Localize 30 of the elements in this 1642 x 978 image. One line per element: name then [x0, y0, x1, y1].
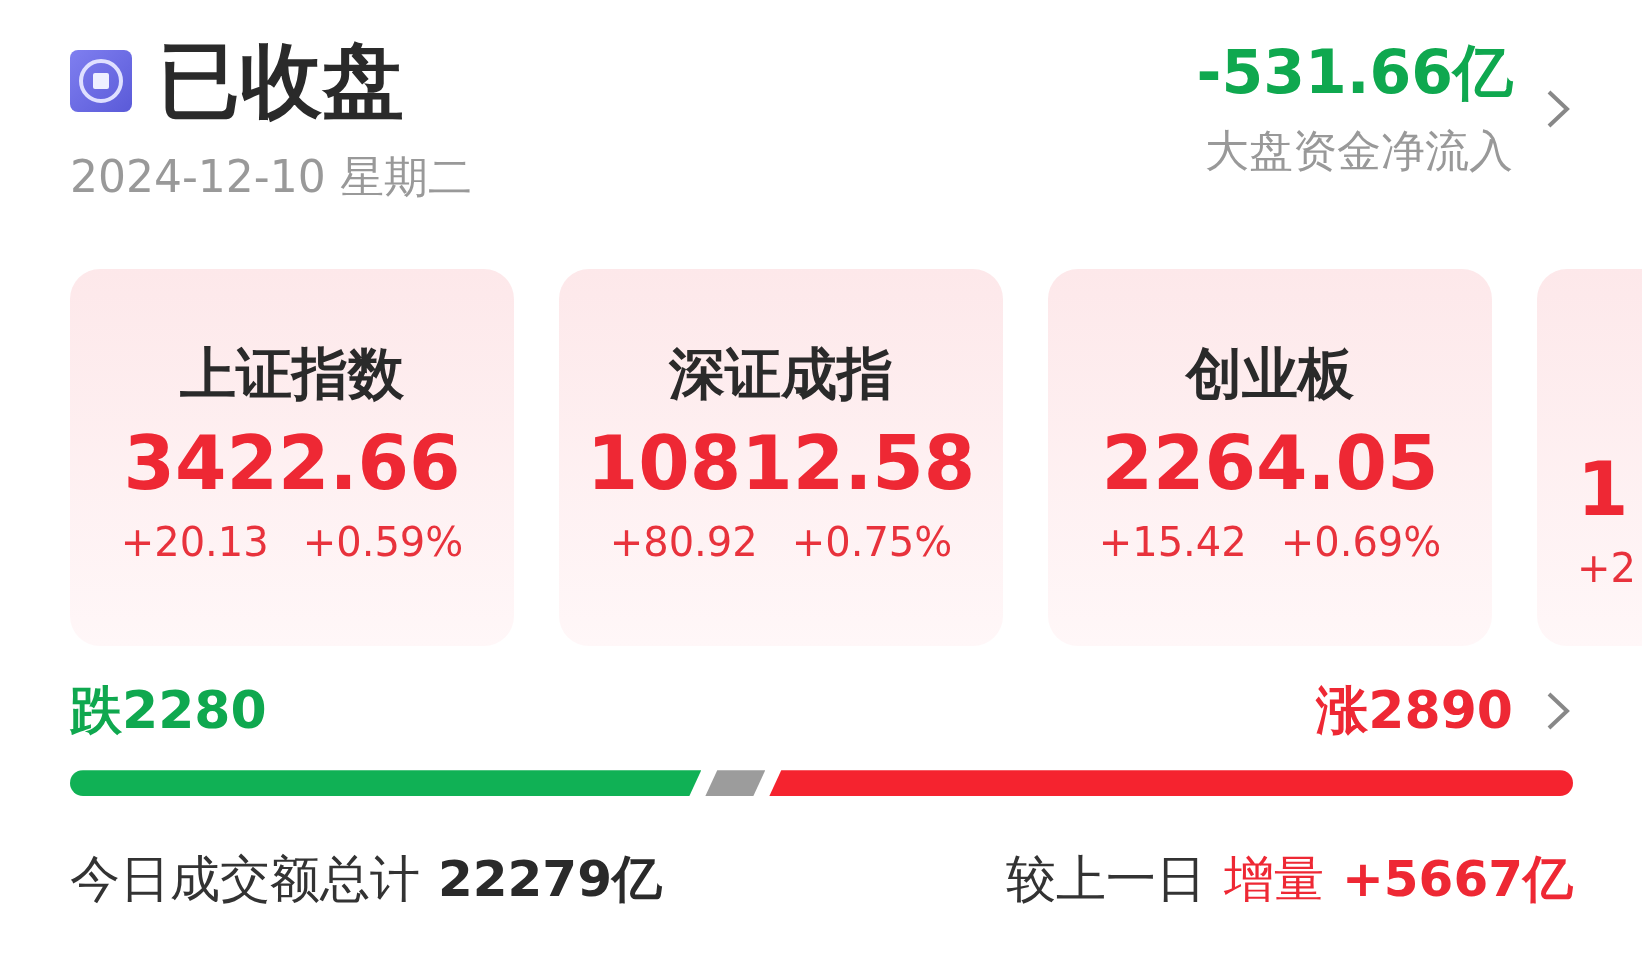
index-change: +80.92 [609, 518, 758, 565]
stop-icon [70, 50, 132, 113]
index-card[interactable]: 深证成指 10812.58 +80.92 +0.75% [559, 269, 1003, 647]
decliners-count: 跌2280 [70, 679, 267, 743]
index-percent: +0.75% [791, 518, 953, 565]
index-change: +15.42 [1098, 518, 1247, 565]
index-value: 10812.58 [586, 423, 976, 505]
turnover-value: 22279亿 [438, 849, 662, 911]
net-flow-label: 大盘资金净流入 [1205, 124, 1513, 178]
index-name: 上证指数 [180, 340, 404, 409]
change-label: 增量 [1223, 849, 1324, 911]
index-value: 2264.05 [1101, 423, 1439, 505]
index-card[interactable]: 1 +2 [1537, 269, 1642, 647]
compare-label: 较上一日 [1005, 849, 1206, 911]
date-text: 2024-12-10 星期二 [70, 150, 472, 205]
index-card[interactable]: 创业板 2264.05 +15.42 +0.69% [1048, 269, 1492, 647]
index-card[interactable]: 上证指数 3422.66 +20.13 +0.59% [70, 269, 514, 647]
index-change: +20.13 [120, 518, 269, 565]
net-flow-value: -531.66亿 [1196, 36, 1513, 108]
turnover-change: +5667亿 [1341, 849, 1573, 911]
index-change: +2 [1577, 544, 1636, 591]
advancers-count: 涨2890 [1316, 679, 1513, 743]
index-name: 深证成指 [669, 340, 893, 409]
index-percent: +0.59% [302, 518, 464, 565]
turnover-label: 今日成交额总计 [70, 849, 420, 911]
market-status: 已收盘 [158, 36, 404, 127]
index-name: 创业板 [1186, 340, 1354, 409]
index-value: 1 [1577, 449, 1629, 531]
index-value: 3422.66 [123, 423, 461, 505]
index-percent: +0.69% [1280, 518, 1442, 565]
